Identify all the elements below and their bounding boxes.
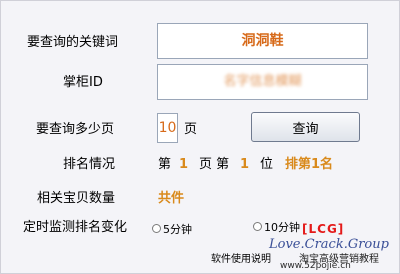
pages-unit: 页 [184, 122, 198, 137]
watermark-lcg-tag: [LCG] [302, 222, 345, 236]
radio-10-minutes[interactable] [253, 222, 262, 231]
query-button[interactable]: 查询 [251, 112, 360, 142]
radio-5-minutes[interactable] [152, 224, 161, 233]
query-button-label: 查询 [292, 121, 319, 137]
rank-query-form: 要查询的关键词 洞洞鞋 掌柜ID 名字信息模糊 要查询多少页 10 页 查询 排… [0, 0, 400, 274]
count-value: 共件 [158, 191, 185, 206]
radio-10-minutes-label[interactable]: 10分钟 [264, 219, 300, 235]
count-label: 相关宝贝数量 [37, 191, 116, 206]
pages-label: 要查询多少页 [36, 122, 115, 137]
keyword-label: 要查询的关键词 [27, 35, 119, 50]
watermark-url: www.52pojie.cn [280, 261, 351, 271]
rank-prefix: 第 [158, 157, 172, 172]
rank-label: 排名情况 [63, 157, 116, 172]
shop-id-input[interactable]: 名字信息模糊 [157, 64, 368, 100]
pages-input[interactable]: 10 [157, 113, 178, 143]
shop-id-label: 掌柜ID [63, 75, 103, 90]
rank-position-unit: 位 [260, 157, 274, 172]
pages-input-value: 10 [158, 120, 177, 136]
radio-5-minutes-label[interactable]: 5分钟 [163, 221, 192, 237]
rank-page-unit: 页 第 [199, 157, 230, 172]
shop-id-input-value: 名字信息模糊 [223, 74, 302, 89]
monitor-label: 定时监测排名变化 [23, 220, 128, 235]
rank-page-value: 1 [179, 157, 189, 172]
manual-link[interactable]: 软件使用说明 [211, 250, 271, 265]
keyword-input[interactable]: 洞洞鞋 [157, 23, 368, 59]
rank-result: 排第1名 [285, 157, 334, 172]
rank-position-value: 1 [240, 157, 250, 172]
keyword-input-value: 洞洞鞋 [241, 33, 284, 49]
